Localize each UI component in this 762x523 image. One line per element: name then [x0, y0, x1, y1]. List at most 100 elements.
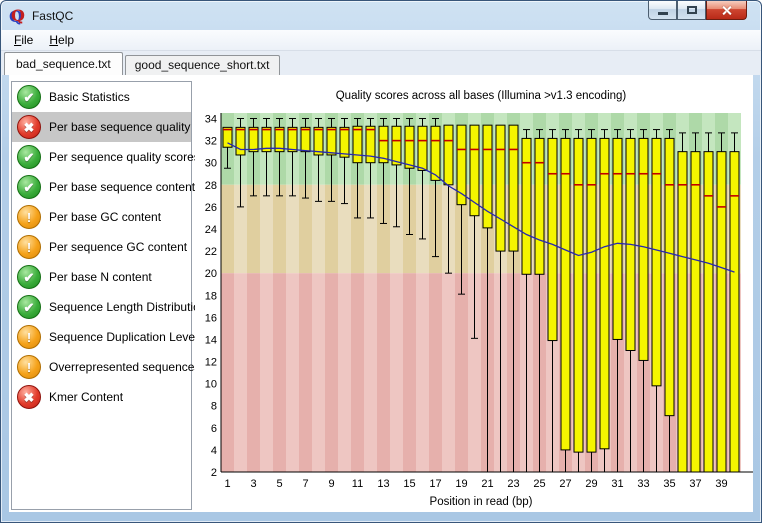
- sidebar-item-label: Per sequence GC content: [49, 240, 188, 254]
- y-tick-label: 18: [205, 290, 217, 302]
- fastqc-app-icon: Q: [11, 5, 25, 25]
- y-tick-label: 14: [205, 334, 217, 346]
- x-axis-title: Position in read (bp): [430, 496, 533, 508]
- sidebar-item-per-base-n-content[interactable]: ✔ Per base N content: [12, 262, 191, 292]
- quartile-box: [430, 125, 441, 181]
- zone-poor-quality-stripe: [312, 273, 325, 472]
- x-tick-label: 17: [429, 478, 441, 490]
- x-tick-label: 5: [276, 478, 282, 490]
- x-tick-label: 1: [224, 478, 230, 490]
- zone-poor-quality-stripe: [260, 273, 273, 472]
- x-tick-label: 19: [455, 478, 467, 490]
- fail-status-icon: ✖: [17, 115, 41, 139]
- y-tick-label: 26: [205, 202, 217, 214]
- quartile-box: [521, 137, 532, 275]
- x-tick-label: 31: [611, 478, 623, 490]
- sidebar-item-sequence-length-distribution[interactable]: ✔ Sequence Length Distribution: [12, 292, 206, 322]
- warn-status-icon: !: [17, 355, 41, 379]
- zone-poor-quality-stripe: [247, 273, 260, 472]
- x-tick-label: 39: [715, 478, 727, 490]
- minimize-button[interactable]: [648, 1, 677, 20]
- menu-accelerator: F: [14, 33, 22, 47]
- x-tick-label: 37: [689, 478, 701, 490]
- y-tick-label: 32: [205, 136, 217, 148]
- sidebar-item-per-sequence-gc-content[interactable]: ! Per sequence GC content: [12, 232, 191, 262]
- quartile-box: [638, 137, 649, 361]
- quartile-box: [703, 151, 714, 473]
- x-tick-label: 23: [507, 478, 519, 490]
- pass-status-icon: ✔: [17, 85, 41, 109]
- quartile-box: [690, 151, 701, 473]
- quartile-box: [235, 126, 246, 156]
- zone-poor-quality-stripe: [351, 273, 364, 472]
- x-tick-label: 7: [302, 478, 308, 490]
- sidebar-item-basic-statistics[interactable]: ✔ Basic Statistics: [12, 82, 191, 112]
- zone-ok-quality-stripe: [247, 184, 260, 274]
- zone-poor-quality-stripe: [286, 273, 299, 472]
- quartile-box: [443, 124, 454, 186]
- tab-good-sequence-short-txt[interactable]: good_sequence_short.txt: [124, 55, 280, 75]
- quartile-box: [417, 125, 428, 171]
- x-tick-label: 33: [637, 478, 649, 490]
- tab-bar: bad_sequence.txt good_sequence_short.txt: [1, 51, 761, 75]
- sidebar-item-per-sequence-quality-scores[interactable]: ✔ Per sequence quality scores: [12, 142, 200, 172]
- x-tick-label: 11: [352, 478, 363, 490]
- y-tick-label: 2: [211, 467, 217, 479]
- menu-item-help[interactable]: Help: [41, 31, 82, 49]
- sidebar-item-sequence-duplication-levels[interactable]: ! Sequence Duplication Levels: [12, 322, 204, 352]
- quartile-box: [729, 151, 740, 473]
- y-tick-label: 16: [205, 312, 217, 324]
- tab-bad-sequence-txt[interactable]: bad_sequence.txt: [4, 52, 123, 75]
- quartile-box: [287, 126, 298, 153]
- close-button[interactable]: [706, 1, 747, 20]
- sidebar-item-label: Per sequence quality scores: [49, 150, 200, 164]
- sidebar-item-per-base-gc-content[interactable]: ! Per base GC content: [12, 202, 191, 232]
- pass-status-icon: ✔: [17, 145, 41, 169]
- y-tick-label: 20: [205, 268, 217, 280]
- content-area: ✔ Basic Statistics ✖ Per base sequence qual…: [9, 75, 753, 512]
- y-tick-label: 12: [205, 357, 217, 369]
- pass-status-icon: ✔: [17, 175, 41, 199]
- zone-poor-quality-stripe: [429, 273, 442, 472]
- quartile-box: [326, 126, 337, 156]
- x-tick-label: 13: [377, 478, 389, 490]
- sidebar-item-per-base-sequence-quality[interactable]: ✖ Per base sequence quality: [12, 112, 191, 142]
- quartile-box: [339, 126, 350, 158]
- warn-status-icon: !: [17, 235, 41, 259]
- sidebar-item-label: Basic Statistics: [49, 90, 130, 104]
- sidebar-item-label: Per base GC content: [49, 210, 162, 224]
- pass-status-icon: ✔: [17, 265, 41, 289]
- quartile-box: [300, 126, 311, 153]
- sidebar-item-label: Per base sequence content: [49, 180, 196, 194]
- zone-poor-quality-stripe: [390, 273, 403, 472]
- zone-poor-quality-stripe: [338, 273, 351, 472]
- x-tick-label: 29: [585, 478, 597, 490]
- sidebar-item-overrepresented-sequences[interactable]: ! Overrepresented sequences: [12, 352, 200, 382]
- titlebar[interactable]: Q FastQC: [1, 1, 761, 30]
- sidebar-item-per-base-sequence-content[interactable]: ✔ Per base sequence content: [12, 172, 195, 202]
- quartile-box: [560, 137, 571, 451]
- maximize-button[interactable]: [677, 1, 706, 20]
- minimize-icon: [657, 11, 668, 15]
- sidebar-item-label: Per base sequence quality: [49, 120, 191, 134]
- quartile-box: [612, 137, 623, 340]
- zone-ok-quality-stripe: [221, 184, 234, 274]
- x-tick-label: 25: [533, 478, 545, 490]
- quality-boxplot-chart: 2468101214161820222426283032341 3 5 7 9 11 13 1…: [205, 90, 753, 508]
- menu-item-file[interactable]: File: [6, 31, 41, 49]
- quality-zones: [221, 113, 741, 472]
- quartile-box: [495, 124, 506, 252]
- zone-poor-quality-stripe: [364, 273, 377, 472]
- maximize-icon: [686, 6, 697, 14]
- quartile-box: [534, 137, 545, 275]
- quartile-box: [404, 125, 415, 169]
- x-tick-label: 35: [663, 478, 675, 490]
- x-tick-label: 27: [559, 478, 571, 490]
- x-tick-label: 21: [481, 478, 493, 490]
- sidebar-item-kmer-content[interactable]: ✖ Kmer Content: [12, 382, 191, 412]
- module-sidebar: ✔ Basic Statistics ✖ Per base sequence qual…: [11, 81, 206, 510]
- quartile-box: [664, 137, 675, 417]
- y-tick-label: 30: [205, 158, 217, 170]
- y-tick-label: 28: [205, 180, 217, 192]
- y-tick-label: 34: [205, 114, 217, 126]
